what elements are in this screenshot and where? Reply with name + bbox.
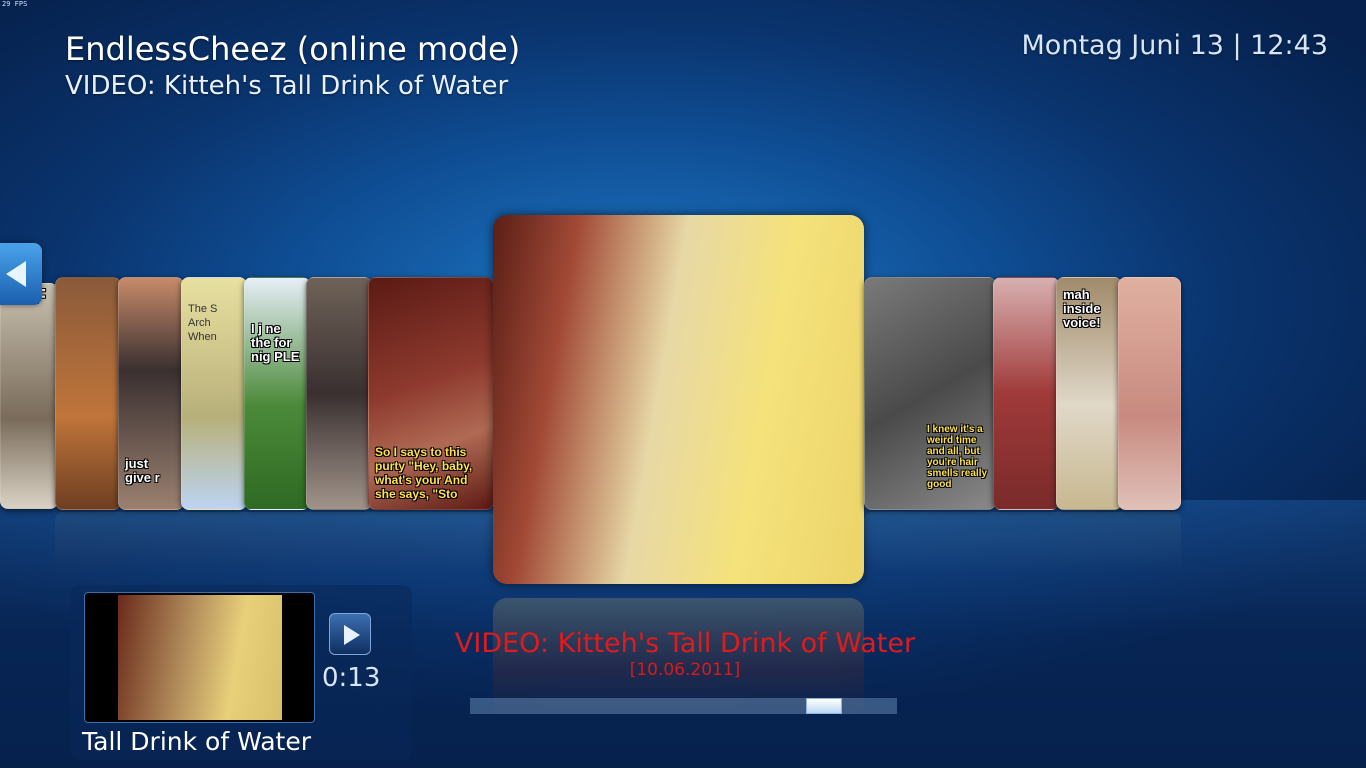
play-icon: [344, 625, 360, 645]
cover-card-left-1[interactable]: ALF: [0, 283, 58, 509]
cover-reflection: [864, 512, 1181, 592]
featured-cover[interactable]: [493, 215, 864, 584]
play-button[interactable]: [329, 613, 371, 655]
selected-item-title: VIDEO: Kitteh's Tall Drink of Water: [65, 71, 509, 101]
cover-card-right-1[interactable]: I knew it's a weird time and all, but yo…: [864, 277, 996, 510]
cover-caption: just give r: [125, 456, 160, 485]
video-duration: 0:13: [322, 663, 381, 693]
cover-reflection: [55, 512, 495, 592]
fps-counter: 29 FPS: [2, 0, 28, 8]
video-thumbnail[interactable]: [84, 592, 315, 723]
cover-caption: mah inside voice!: [1063, 287, 1101, 330]
cover-card-left-5[interactable]: I j ne the for nig PLE: [244, 277, 310, 510]
arrow-left-icon: [6, 261, 26, 287]
cover-card-left-6[interactable]: [306, 277, 372, 510]
cover-caption: I knew it's a weird time and all, but yo…: [927, 424, 988, 490]
cover-card-right-2[interactable]: [993, 277, 1059, 510]
scroll-left-button[interactable]: [0, 243, 42, 305]
cover-card-left-3[interactable]: just give r: [118, 277, 184, 510]
app-title: EndlessCheez (online mode): [65, 30, 521, 68]
cover-card-left-4[interactable]: The S Arch When: [181, 277, 247, 510]
clock: Montag Juni 13 | 12:43: [1021, 30, 1328, 61]
thumbnail-image: [118, 595, 282, 720]
now-playing-date: [10.06.2011]: [629, 660, 741, 680]
video-title: Tall Drink of Water: [82, 727, 311, 756]
scrollbar-thumb[interactable]: [806, 698, 842, 714]
cover-caption: The S Arch When: [188, 303, 218, 343]
cover-card-right-4[interactable]: [1118, 277, 1181, 510]
cover-caption: So I says to this purty "Hey, baby, what…: [375, 445, 473, 501]
now-playing-title: VIDEO: Kitteh's Tall Drink of Water: [454, 628, 916, 659]
cover-card-right-3[interactable]: mah inside voice!: [1056, 277, 1122, 510]
cover-caption: I j ne the for nig PLE: [251, 321, 300, 364]
cover-card-left-2[interactable]: [55, 277, 121, 510]
cover-card-left-7[interactable]: So I says to this purty "Hey, baby, what…: [368, 277, 494, 510]
